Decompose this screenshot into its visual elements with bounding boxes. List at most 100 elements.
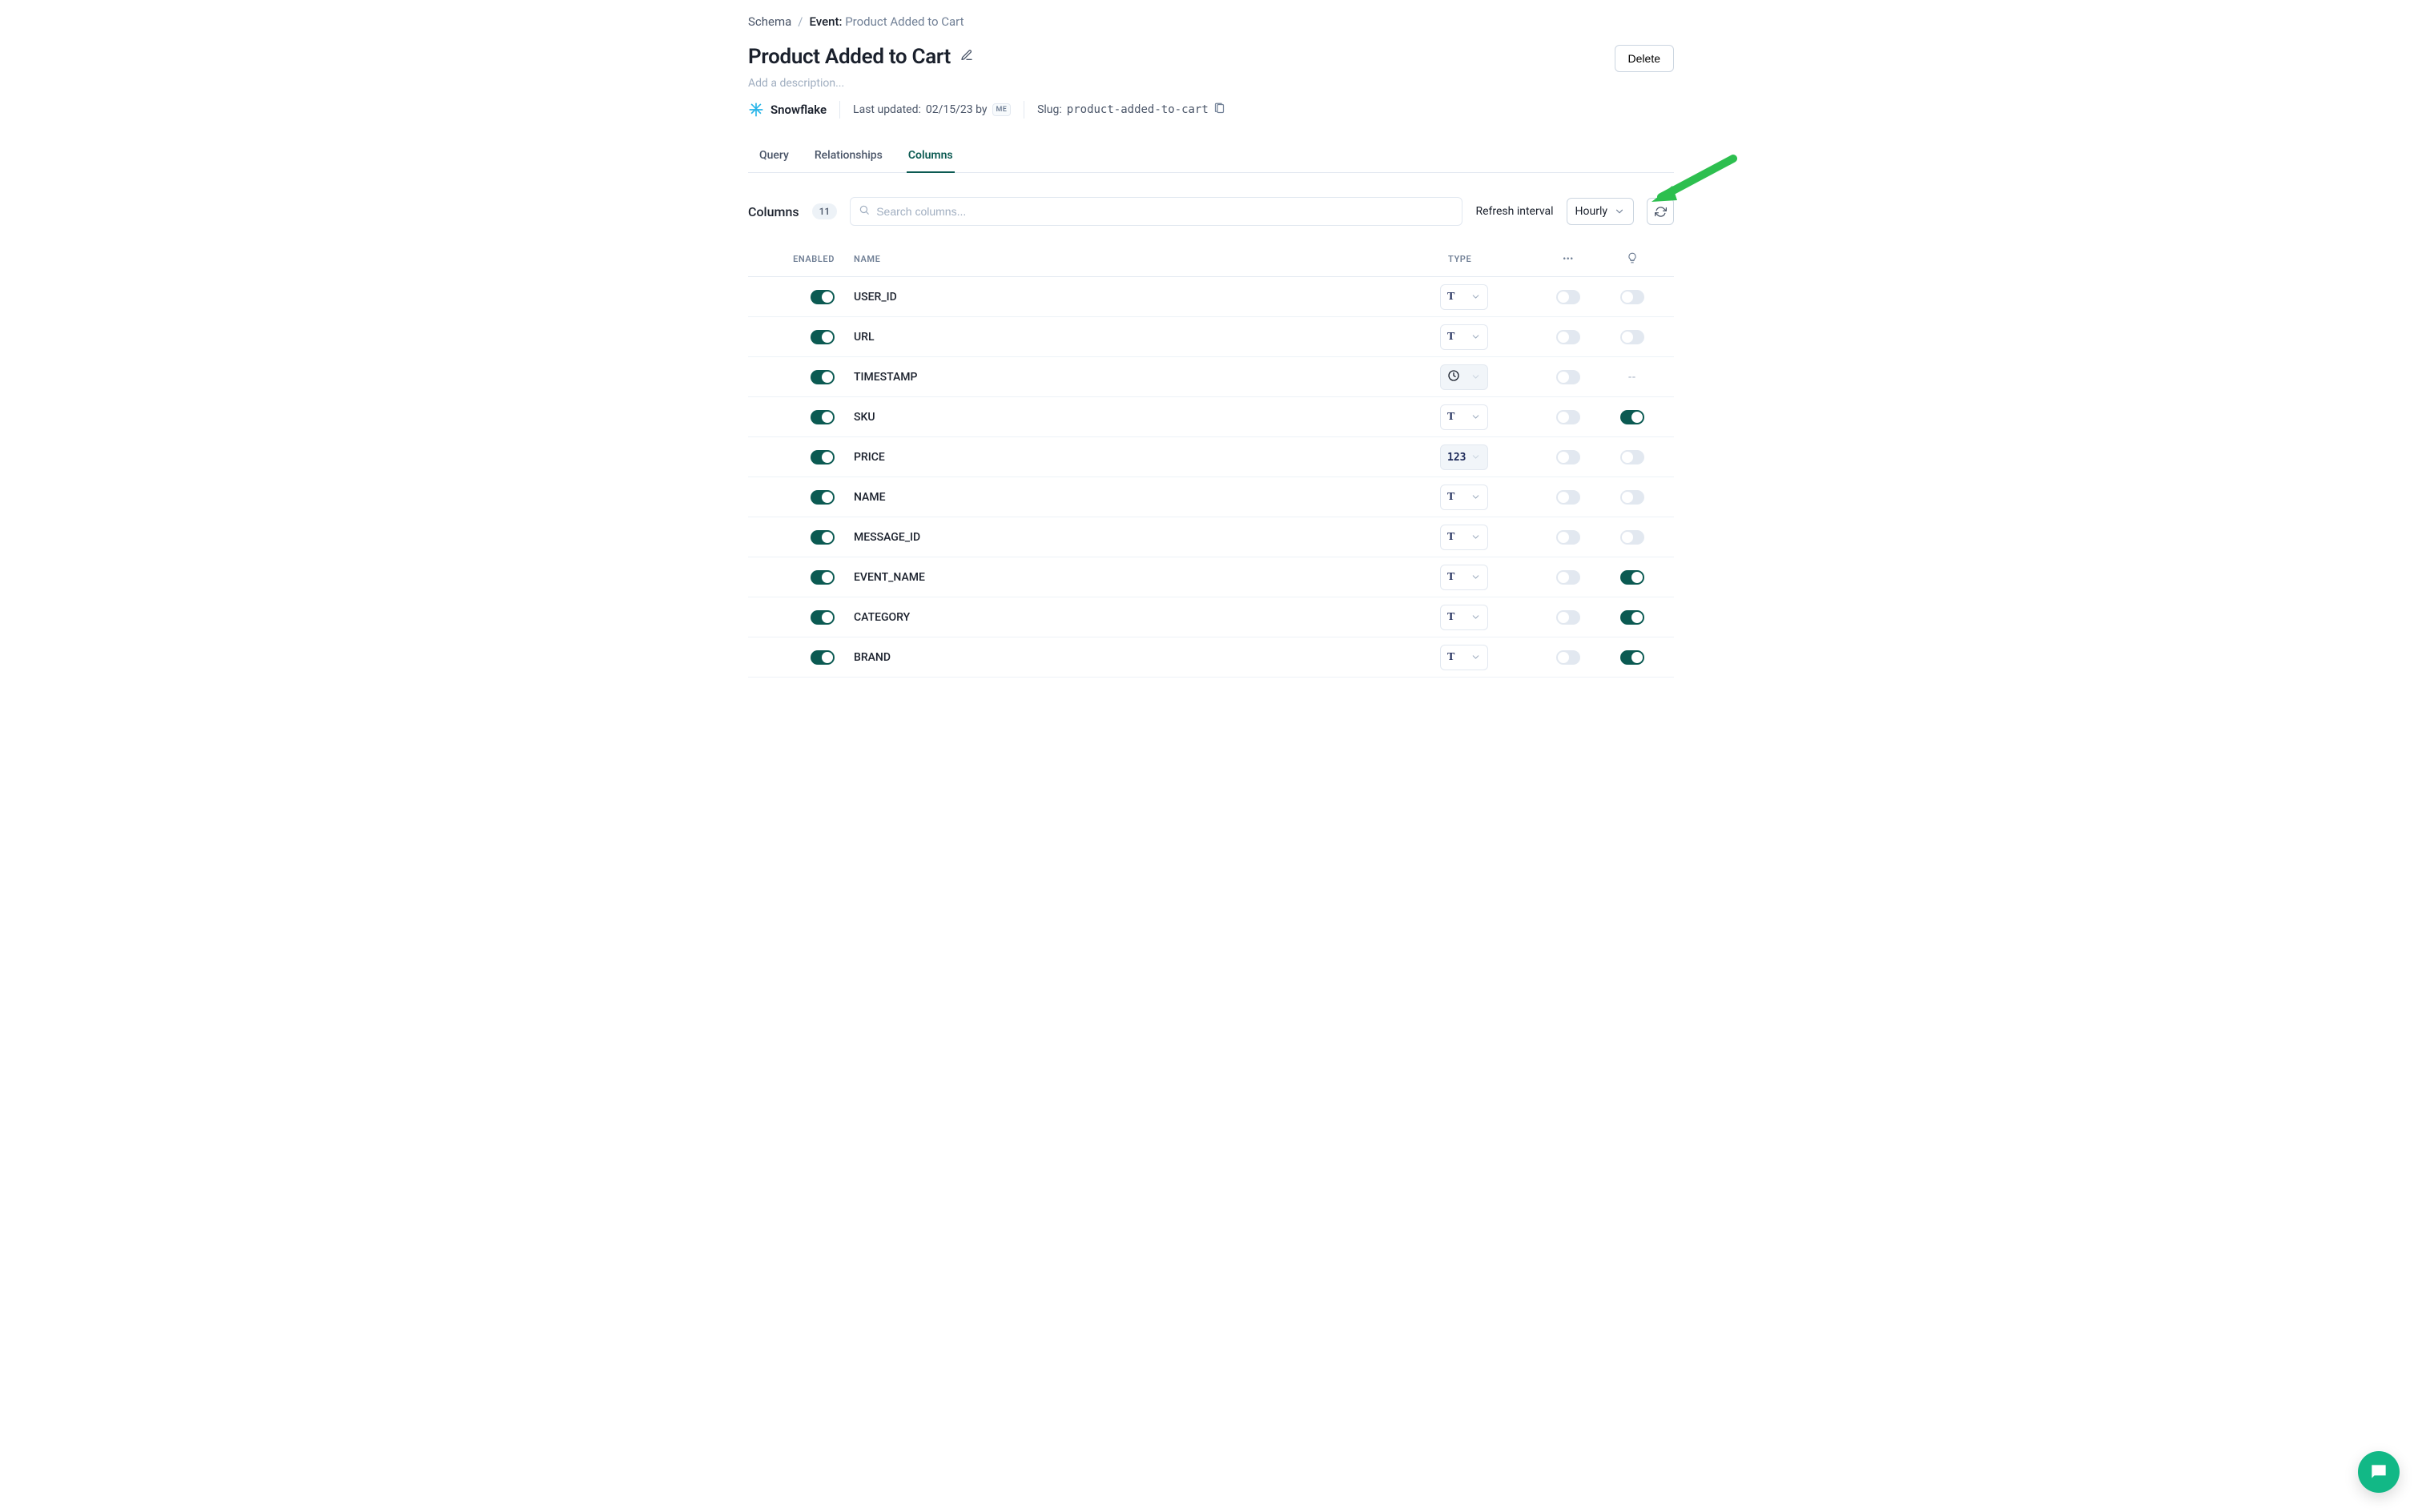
tab-relationships[interactable]: Relationships	[813, 141, 884, 173]
column-name: PRICE	[854, 451, 1440, 464]
refresh-icon	[1655, 206, 1667, 218]
type-select[interactable]: T	[1440, 605, 1488, 630]
enabled-toggle[interactable]	[811, 290, 835, 304]
suggestion-disabled: --	[1628, 371, 1636, 384]
columns-table: ENABLED NAME TYPE ••• USER_IDTURLTTIMEST…	[748, 242, 1674, 678]
type-text-icon: T	[1447, 410, 1454, 424]
enabled-toggle[interactable]	[811, 490, 835, 505]
enabled-toggle[interactable]	[811, 650, 835, 665]
type-select[interactable]: T	[1440, 324, 1488, 350]
tab-columns[interactable]: Columns	[907, 141, 955, 173]
th-suggestions	[1600, 252, 1664, 266]
last-updated-label: Last updated:	[853, 103, 921, 116]
refresh-now-button[interactable]	[1647, 198, 1674, 225]
tabs: Query Relationships Columns	[748, 141, 1674, 173]
edit-title-icon[interactable]	[960, 49, 973, 65]
refresh-interval-value: Hourly	[1575, 205, 1607, 218]
suggestion-toggle[interactable]	[1620, 410, 1644, 424]
breadcrumb-root[interactable]: Schema	[748, 14, 791, 29]
updated-by-badge: ME	[992, 103, 1012, 116]
type-select	[1440, 364, 1488, 390]
search-icon	[859, 204, 870, 219]
table-row: TIMESTAMP --	[748, 357, 1674, 397]
delete-button[interactable]: Delete	[1615, 45, 1674, 72]
type-text-icon: T	[1447, 290, 1454, 304]
slug: Slug: product-added-to-cart	[1037, 103, 1225, 118]
divider	[839, 101, 840, 119]
type-select[interactable]: T	[1440, 645, 1488, 670]
table-row: SKU T	[748, 397, 1674, 437]
type-select[interactable]: T	[1440, 404, 1488, 430]
suggestion-toggle[interactable]	[1620, 530, 1644, 545]
pii-toggle[interactable]	[1556, 370, 1580, 384]
pii-toggle[interactable]	[1556, 650, 1580, 665]
suggestion-toggle[interactable]	[1620, 330, 1644, 344]
th-name: NAME	[854, 254, 1440, 264]
refresh-interval-label: Refresh interval	[1475, 205, 1553, 218]
page-title: Product Added to Cart	[748, 45, 951, 69]
type-number-icon: 123	[1447, 451, 1466, 464]
refresh-interval-select[interactable]: Hourly	[1567, 198, 1634, 225]
type-select[interactable]: T	[1440, 565, 1488, 590]
enabled-toggle[interactable]	[811, 370, 835, 384]
copy-slug-icon[interactable]	[1213, 103, 1225, 118]
pii-toggle[interactable]	[1556, 450, 1580, 464]
breadcrumb: Schema / Event: Product Added to Cart	[748, 14, 1674, 29]
pii-toggle[interactable]	[1556, 610, 1580, 625]
column-name: SKU	[854, 411, 1440, 424]
column-name: EVENT_NAME	[854, 571, 1440, 584]
pii-toggle[interactable]	[1556, 290, 1580, 304]
enabled-toggle[interactable]	[811, 570, 835, 585]
suggestion-toggle[interactable]	[1620, 490, 1644, 505]
enabled-toggle[interactable]	[811, 530, 835, 545]
columns-heading: Columns	[748, 204, 799, 219]
column-name: MESSAGE_ID	[854, 531, 1440, 544]
column-name: URL	[854, 331, 1440, 344]
th-pii: •••	[1536, 254, 1600, 264]
pii-toggle[interactable]	[1556, 410, 1580, 424]
suggestion-toggle[interactable]	[1620, 610, 1644, 625]
suggestion-toggle[interactable]	[1620, 650, 1644, 665]
type-select[interactable]: T	[1440, 525, 1488, 550]
type-text-icon: T	[1447, 530, 1454, 544]
pii-toggle[interactable]	[1556, 490, 1580, 505]
enabled-toggle[interactable]	[811, 330, 835, 344]
suggestion-toggle[interactable]	[1620, 570, 1644, 585]
table-row: USER_IDT	[748, 277, 1674, 317]
type-text-icon: T	[1447, 490, 1454, 504]
enabled-toggle[interactable]	[811, 610, 835, 625]
breadcrumb-separator: /	[798, 14, 803, 29]
table-row: EVENT_NAMET	[748, 557, 1674, 597]
chevron-down-icon	[1614, 206, 1625, 217]
pii-toggle[interactable]	[1556, 330, 1580, 344]
search-columns-wrap[interactable]	[850, 197, 1462, 226]
table-row: BRANDT	[748, 637, 1674, 678]
table-header: ENABLED NAME TYPE •••	[748, 242, 1674, 277]
type-select[interactable]: T	[1440, 485, 1488, 510]
suggestion-toggle[interactable]	[1620, 450, 1644, 464]
source-chip: Snowflake	[748, 102, 827, 118]
slug-label: Slug:	[1037, 103, 1062, 116]
th-type: TYPE	[1440, 254, 1536, 264]
description-input[interactable]: Add a description...	[748, 77, 1674, 90]
type-select[interactable]: T	[1440, 284, 1488, 310]
last-updated-value: 02/15/23 by	[926, 103, 988, 116]
columns-count-badge: 11	[812, 203, 838, 219]
column-name: TIMESTAMP	[854, 371, 1440, 384]
search-columns-input[interactable]	[876, 205, 1454, 218]
table-row: NAMET	[748, 477, 1674, 517]
enabled-toggle[interactable]	[811, 450, 835, 464]
table-row: URLT	[748, 317, 1674, 357]
tab-query[interactable]: Query	[758, 141, 791, 173]
snowflake-icon	[748, 102, 764, 118]
intercom-launcher[interactable]	[2358, 1451, 2400, 1493]
pii-toggle[interactable]	[1556, 530, 1580, 545]
th-enabled: ENABLED	[758, 254, 854, 264]
enabled-toggle[interactable]	[811, 410, 835, 424]
suggestion-toggle[interactable]	[1620, 290, 1644, 304]
table-row: MESSAGE_ID T	[748, 517, 1674, 557]
lightbulb-icon	[1627, 252, 1638, 263]
last-updated: Last updated: 02/15/23 by ME	[853, 103, 1011, 116]
breadcrumb-prefix: Event:	[810, 14, 843, 29]
pii-toggle[interactable]	[1556, 570, 1580, 585]
